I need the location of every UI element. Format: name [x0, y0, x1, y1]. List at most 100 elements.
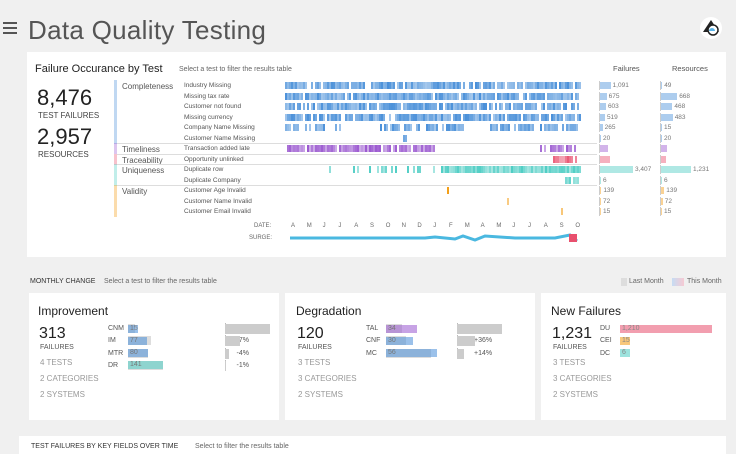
- degradation-row-bar[interactable]: 56: [386, 349, 437, 358]
- legend-this-month[interactable]: This Month: [687, 278, 722, 285]
- degradation-systems[interactable]: 2 SYSTEMS: [298, 390, 343, 399]
- resources-bar[interactable]: [661, 187, 665, 194]
- test-name[interactable]: Opportunity unlinked: [184, 156, 244, 163]
- failures-bar[interactable]: [600, 114, 605, 121]
- heat-cell: [291, 114, 293, 121]
- failures-bar[interactable]: [600, 177, 601, 184]
- failures-bar[interactable]: [600, 124, 603, 131]
- failures-bar[interactable]: [600, 93, 607, 100]
- test-name[interactable]: Missing currency: [184, 114, 233, 121]
- improvement-row-code[interactable]: IM: [108, 337, 116, 344]
- test-name[interactable]: Transaction added late: [184, 145, 250, 152]
- resources-label: RESOURCES: [38, 150, 89, 159]
- improvement-row-bar[interactable]: 15: [128, 324, 138, 333]
- category-timeliness[interactable]: Timeliness: [122, 145, 160, 154]
- degradation-row-code[interactable]: TAL: [366, 325, 378, 332]
- heat-cell: [313, 145, 315, 152]
- heat-cell: [507, 103, 509, 110]
- test-name[interactable]: Industry Missing: [184, 82, 231, 89]
- new_failures-row-code[interactable]: CEI: [600, 337, 612, 344]
- resources-bar[interactable]: [661, 145, 667, 152]
- resources-bar[interactable]: [661, 93, 678, 100]
- heat-cell: [433, 103, 435, 110]
- failures-bar[interactable]: [600, 166, 633, 173]
- heat-cell: [543, 82, 545, 89]
- new_failures-row-bar[interactable]: 6: [620, 349, 630, 358]
- legend-last-swatch: [621, 278, 627, 286]
- degradation-row-bar[interactable]: 34: [386, 324, 417, 333]
- failures-bar[interactable]: [600, 187, 602, 194]
- test-name[interactable]: Customer Email Invalid: [184, 208, 251, 215]
- menu-icon[interactable]: [3, 22, 17, 34]
- failures-bar[interactable]: [600, 103, 606, 110]
- degradation-row-code[interactable]: MC: [366, 350, 377, 357]
- resources-bar[interactable]: [661, 135, 662, 142]
- resources-bar[interactable]: [661, 156, 666, 163]
- degradation-tests[interactable]: 3 TESTS: [298, 358, 330, 367]
- category-completeness[interactable]: Completeness: [122, 82, 173, 91]
- test-name[interactable]: Customer Age Invalid: [184, 187, 246, 194]
- heat-cell: [373, 82, 375, 89]
- test-name[interactable]: Duplicate row: [184, 166, 223, 173]
- failures-bar[interactable]: [600, 208, 601, 215]
- improvement-row-bar[interactable]: 77: [128, 336, 148, 345]
- improvement-row-change-bar: [225, 336, 241, 347]
- new_failures-tests[interactable]: 3 TESTS: [553, 358, 585, 367]
- improvement-systems[interactable]: 2 SYSTEMS: [40, 390, 85, 399]
- category-uniqueness[interactable]: Uniqueness: [122, 166, 164, 175]
- improvement-row-bar[interactable]: 141: [128, 361, 164, 370]
- resources-bar[interactable]: [661, 166, 691, 173]
- improvement-row-code[interactable]: MTR: [108, 350, 123, 357]
- failures-bar[interactable]: [600, 198, 601, 205]
- improvement-row-bar[interactable]: 80: [128, 349, 148, 358]
- test-name[interactable]: Company Name Missing: [184, 124, 255, 131]
- failure-heatmap[interactable]: [285, 80, 585, 220]
- bottom-panel-subtitle: Select to filter the results table: [195, 443, 289, 450]
- resources-bar[interactable]: [661, 114, 673, 121]
- resources-bar[interactable]: [661, 103, 673, 110]
- heat-cell: [321, 114, 323, 121]
- heat-cell: [299, 114, 301, 121]
- resources-value: 49: [664, 82, 672, 89]
- improvement-row-code[interactable]: CNM: [108, 325, 124, 332]
- heat-cell: [317, 124, 319, 131]
- failures-bar[interactable]: [600, 145, 609, 152]
- improvement-row-change-bar: [225, 360, 226, 371]
- new_failures-categories[interactable]: 3 CATEGORIES: [553, 374, 612, 383]
- improvement-tests[interactable]: 4 TESTS: [40, 358, 72, 367]
- new_failures-systems[interactable]: 2 SYSTEMS: [553, 390, 598, 399]
- resources-bar[interactable]: [661, 177, 662, 184]
- improvement-row-code[interactable]: DR: [108, 362, 118, 369]
- resources-bar[interactable]: [661, 82, 663, 89]
- new_failures-row-bar[interactable]: 1,210: [620, 324, 712, 333]
- heat-cell: [573, 177, 575, 184]
- resources-bar[interactable]: [661, 124, 662, 131]
- new_failures-row-code[interactable]: DU: [600, 325, 610, 332]
- failures-bar[interactable]: [600, 82, 611, 89]
- heat-cell: [429, 93, 431, 100]
- new_failures-row-code[interactable]: DC: [600, 350, 610, 357]
- heat-cell: [289, 124, 291, 131]
- degradation-categories[interactable]: 3 CATEGORIES: [298, 374, 357, 383]
- category-validity[interactable]: Validity: [122, 187, 147, 196]
- heat-cell: [441, 93, 443, 100]
- new_failures-row-bar[interactable]: 15: [620, 336, 630, 345]
- test-name[interactable]: Customer Name Missing: [184, 135, 255, 142]
- heat-cell: [377, 166, 379, 173]
- test-name[interactable]: Customer not found: [184, 103, 241, 110]
- heat-cell: [457, 82, 459, 89]
- resources-bar[interactable]: [661, 198, 663, 205]
- degradation-row-code[interactable]: CNF: [366, 337, 380, 344]
- failures-bar[interactable]: [600, 156, 610, 163]
- legend-last-month[interactable]: Last Month: [629, 278, 664, 285]
- heat-cell: [556, 124, 558, 131]
- degradation-row-bar[interactable]: 30: [386, 336, 414, 345]
- resources-bar[interactable]: [661, 208, 662, 215]
- test-name[interactable]: Duplicate Company: [184, 177, 241, 184]
- heat-cell: [549, 166, 551, 173]
- improvement-categories[interactable]: 2 CATEGORIES: [40, 374, 99, 383]
- failures-bar[interactable]: [600, 135, 601, 142]
- test-name[interactable]: Customer Name Invalid: [184, 198, 252, 205]
- test-name[interactable]: Missing tax rate: [184, 93, 230, 100]
- heat-cell: [295, 124, 297, 131]
